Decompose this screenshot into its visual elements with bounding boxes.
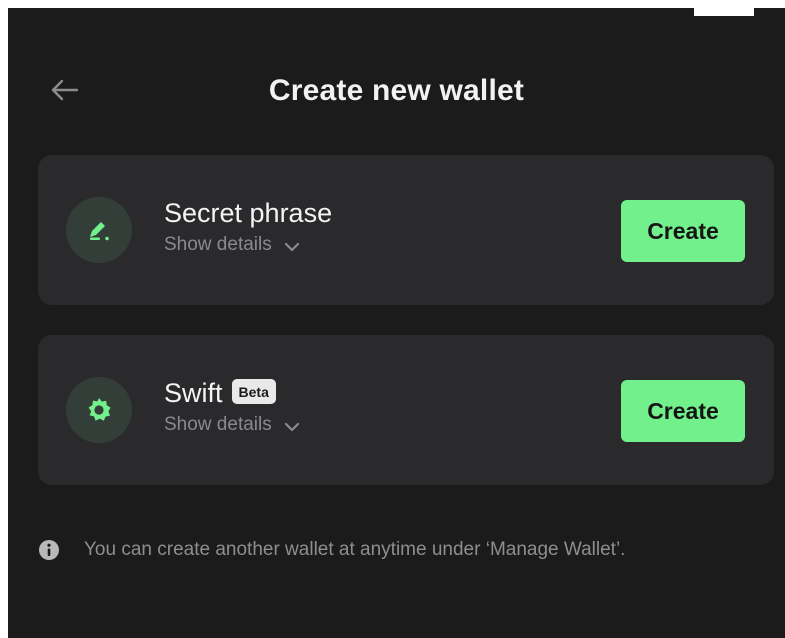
chevron-down-icon [284, 422, 299, 431]
option-icon-circle [66, 197, 132, 263]
page-title: Create new wallet [268, 74, 525, 107]
option-text: Swift Beta Show details [164, 377, 300, 437]
option-title: Secret phrase [164, 197, 332, 229]
swift-badge-icon [88, 398, 111, 421]
pencil-icon [90, 222, 109, 241]
show-details-toggle[interactable]: Show details [164, 233, 332, 257]
option-title: Swift Beta [164, 377, 300, 409]
option-text: Secret phrase Show details [164, 197, 332, 257]
create-swift-button[interactable]: Create [621, 380, 745, 442]
create-wallet-screen: Create new wallet Secret phrase Show det… [8, 8, 785, 638]
wallet-option-swift: Swift Beta Show details Create [38, 335, 774, 485]
show-details-toggle[interactable]: Show details [164, 413, 300, 437]
wallet-option-secret-phrase: Secret phrase Show details Create [38, 155, 774, 305]
option-title-label: Secret phrase [164, 198, 333, 228]
info-icon [39, 540, 59, 560]
option-title-label: Swift [164, 378, 223, 408]
info-text: You can create another wallet at anytime… [84, 539, 626, 560]
info-note: You can create another wallet at anytime… [38, 535, 625, 565]
chevron-down-icon [284, 242, 299, 251]
beta-badge: Beta [231, 378, 276, 404]
header: Create new wallet [8, 60, 785, 120]
create-secret-phrase-button[interactable]: Create [621, 200, 745, 262]
top-edge [694, 8, 754, 16]
show-details-label: Show details [164, 234, 272, 255]
show-details-label: Show details [164, 414, 272, 435]
option-icon-circle [66, 377, 132, 443]
